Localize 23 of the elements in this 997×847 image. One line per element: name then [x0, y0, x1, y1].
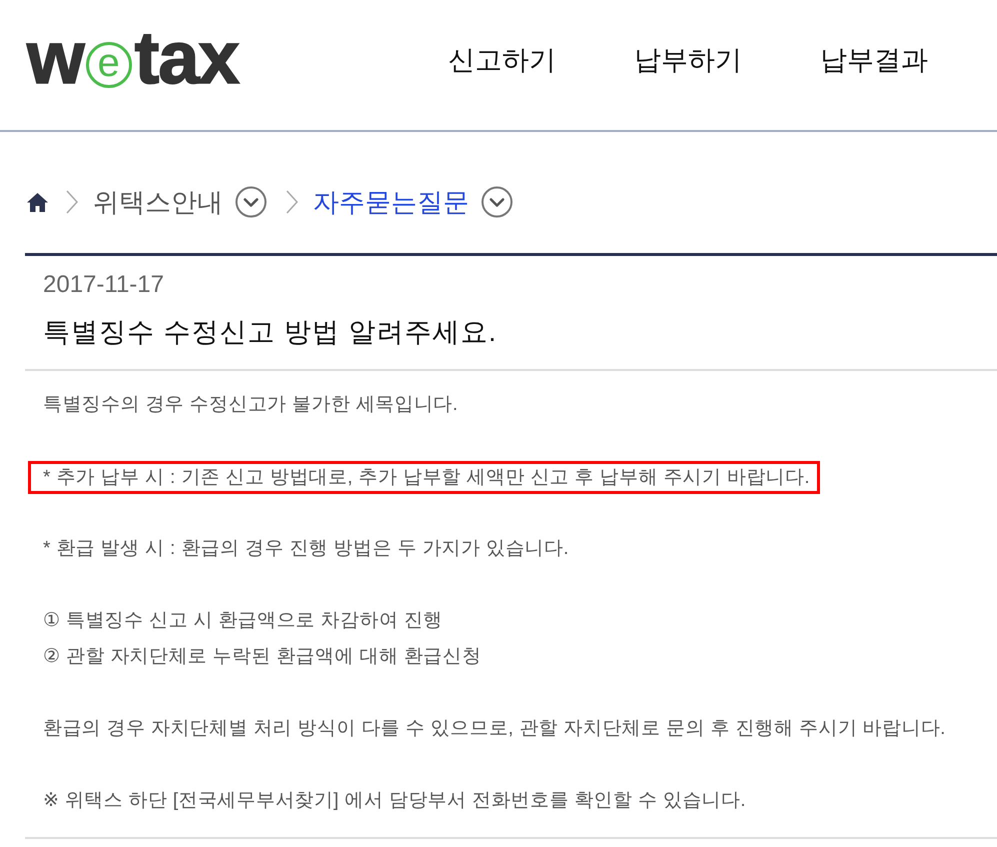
body-text: * 환급 발생 시 : 환급의 경우 진행 방법은 두 가지가 있습니다. [43, 537, 569, 561]
chevron-right-icon [66, 190, 78, 214]
chevron-right-icon [286, 190, 298, 214]
body-text: 특별징수의 경우 수정신고가 불가한 세목입니다. [43, 393, 458, 417]
body-text: 환급의 경우 자치단체별 처리 방식이 다를 수 있으므로, 관할 자치단체로 문의 후 진행해 주시기 바랍니다. [43, 717, 946, 741]
breadcrumb-link[interactable]: 위택스안내 [93, 184, 223, 220]
body-text: * 추가 납부 시 : 기존 신고 방법대로, 추가 납부할 세액만 신고 후 납부해 주시기 바랍니다. [43, 466, 810, 490]
dropdown-button[interactable] [235, 186, 267, 218]
body-text: ② 관할 자치단체로 누락된 환급액에 대해 환급신청 [43, 645, 482, 669]
nav-link[interactable]: 신고하기 [448, 42, 556, 78]
body-text: ※ 위택스 하단 [전국세무부서찾기] 에서 담당부서 전화번호를 확인할 수 있습니다. [43, 789, 746, 813]
nav-link[interactable]: 납부결과 [820, 42, 928, 78]
logo[interactable]: w e tax [27, 21, 239, 95]
home-link[interactable] [27, 192, 48, 212]
post-title: 특별징수 수정신고 방법 알려주세요. [43, 316, 498, 349]
chevron-down-circle-icon [481, 186, 513, 218]
post-date: 2017-11-17 [43, 270, 164, 300]
body-text: ① 특별징수 신고 시 환급액으로 차감하여 진행 [43, 609, 442, 633]
dropdown-button[interactable] [481, 186, 513, 218]
chevron-down-circle-icon [235, 186, 267, 218]
home-icon [27, 192, 48, 212]
breadcrumb-link[interactable]: 자주묻는질문 [313, 184, 469, 220]
nav-link[interactable]: 납부하기 [634, 42, 742, 78]
